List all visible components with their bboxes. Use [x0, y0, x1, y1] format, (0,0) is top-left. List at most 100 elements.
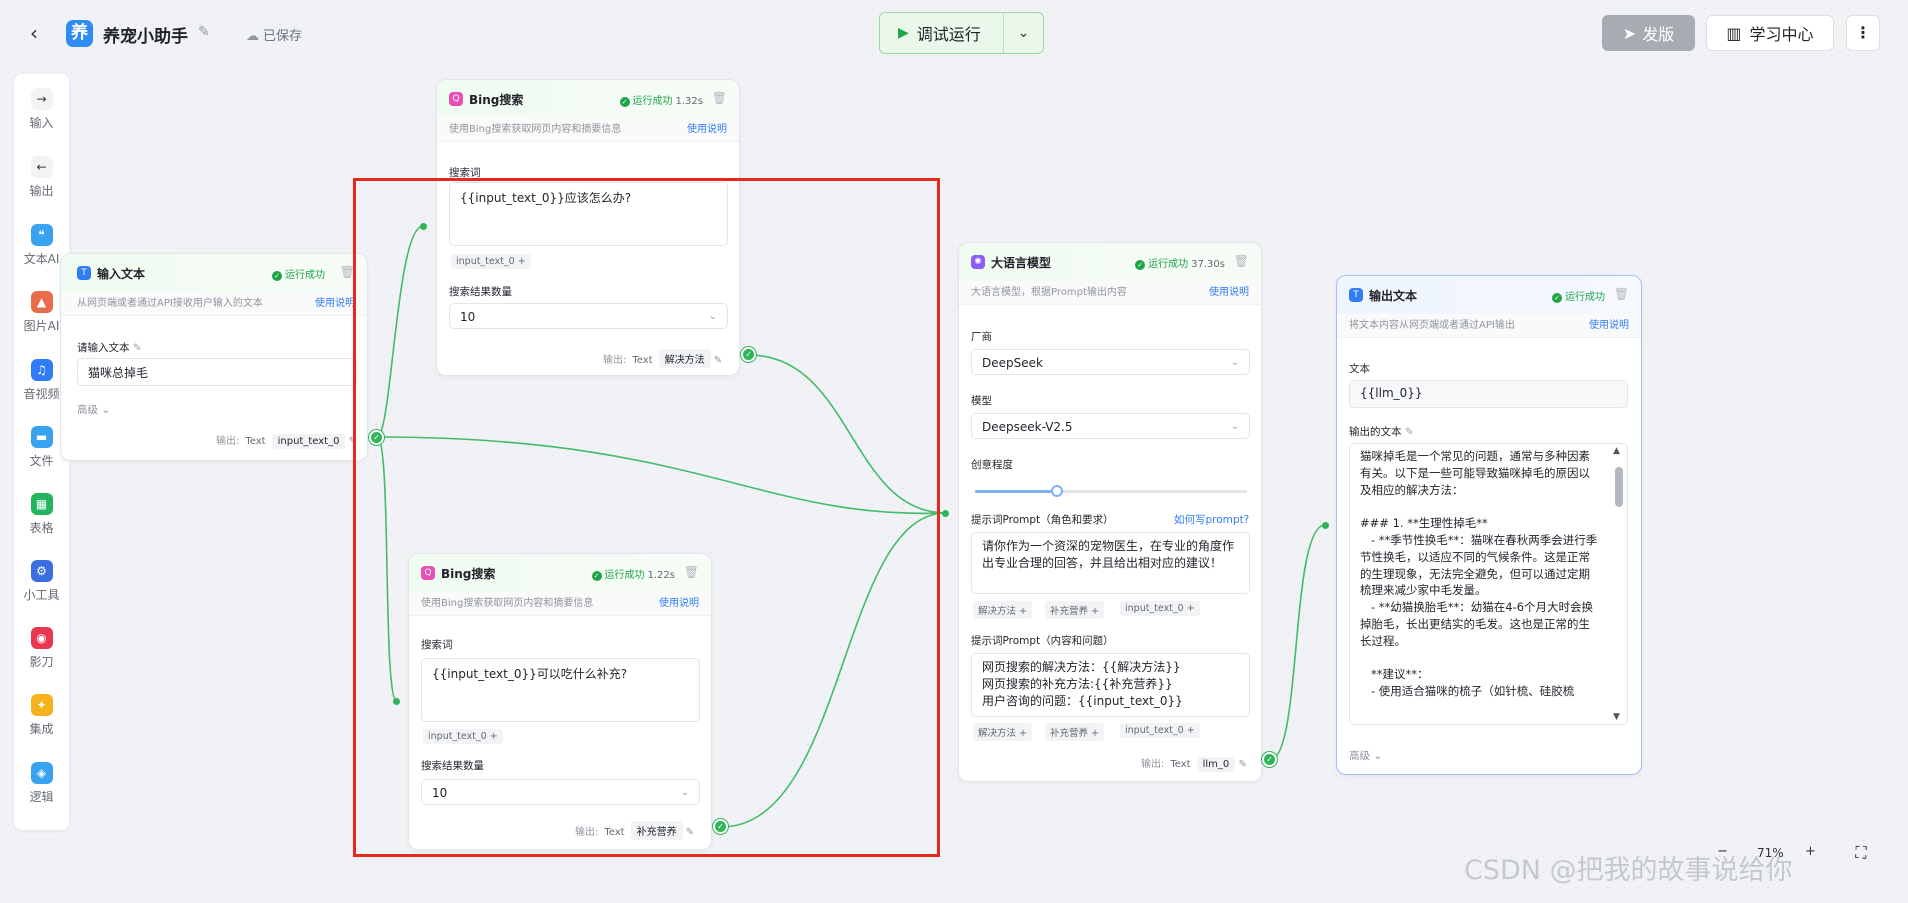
tool-widget[interactable]: ⚙ 小工具 — [14, 550, 69, 608]
input-node-icon: T — [77, 266, 91, 280]
output-row: 输出: Text input_text_0 ✎ — [216, 434, 358, 449]
output-arrow-icon: ← — [30, 156, 53, 178]
tool-output[interactable]: ← 输出 — [14, 146, 69, 204]
advanced-toggle[interactable]: 高级 ⌄ — [1349, 748, 1382, 763]
help-link[interactable]: 使用说明 — [315, 292, 355, 316]
app-logo: 养 — [66, 20, 93, 47]
check-icon: ✓ — [272, 271, 282, 281]
variable-tag[interactable]: input_text_0 + — [1120, 601, 1200, 616]
help-link[interactable]: 使用说明 — [1209, 281, 1249, 305]
text-variable-input[interactable]: {{llm_0}} — [1349, 380, 1628, 408]
delete-icon[interactable]: 🗑 — [1234, 254, 1249, 268]
status-badge: ✓ 运行成功 — [1552, 288, 1605, 303]
node-llm[interactable]: ✺ 大语言模型 ✓ 运行成功 37.30s 🗑 大语言模型，根据Prompt输出内容… — [958, 242, 1262, 782]
text-label: 文本 — [1349, 363, 1370, 375]
run-dropdown-chevron-icon[interactable]: ⌄ — [1004, 25, 1043, 41]
how-to-prompt-link[interactable]: 如何写prompt? — [1174, 512, 1249, 527]
output-text-line — [1360, 650, 1610, 667]
llm-input-handle[interactable] — [942, 510, 949, 517]
variable-tag[interactable]: 补充营养 + — [1045, 601, 1104, 619]
advanced-toggle[interactable]: 高级 ⌄ — [77, 402, 110, 417]
help-link[interactable]: 使用说明 — [1589, 314, 1629, 338]
variable-tag[interactable]: 解决方法 + — [973, 601, 1032, 619]
edit-icon[interactable]: ✎ — [1238, 759, 1246, 770]
check-icon: ✓ — [1552, 293, 1562, 303]
table-icon: ▦ — [30, 493, 53, 515]
blade-icon: ◉ — [30, 627, 53, 649]
input-text-field[interactable]: 猫咪总掉毛 — [77, 358, 357, 386]
logic-icon: ◈ — [30, 762, 53, 784]
output-variable[interactable]: input_text_0 — [271, 434, 346, 449]
app-name: 养宠小助手 — [103, 27, 188, 47]
output-node-icon: T — [1349, 288, 1363, 302]
node-input-text[interactable]: T 输入文本 ✓ 运行成功 🗑 从网页端或者通过API接收用户输入的文本 使用说明 … — [60, 253, 368, 461]
tool-logic[interactable]: ◈ 逻辑 — [14, 752, 69, 810]
output-text-line: - **季节性换毛**：猫咪在春秋两季会进行季 — [1360, 532, 1598, 547]
prompt1-input[interactable]: 请你作为一个资深的宠物医生，在专业的角度作出专业合理的回答，并且给出相对应的建议… — [971, 532, 1250, 594]
output-text-content: 猫咪掉毛是一个常见的问题，通常与多种因素 有关。以下是一些可能导致猫咪掉毛的原因以… — [1360, 448, 1610, 700]
edit-icon[interactable]: ✎ — [1405, 426, 1414, 438]
delete-icon[interactable]: 🗑 — [1614, 287, 1629, 301]
output-input-handle[interactable] — [1322, 522, 1329, 529]
variable-tag[interactable]: 补充营养 + — [1045, 723, 1104, 741]
field-label: 请输入文本 ✎ — [77, 342, 142, 354]
tool-input[interactable]: → 输入 — [14, 78, 69, 136]
node-title: Bing搜索 — [469, 92, 524, 107]
creativity-slider-thumb[interactable] — [1050, 485, 1063, 497]
prompt2-label: 提示词Prompt（内容和问题） — [971, 635, 1114, 647]
model-select[interactable]: Deepseek-V2.5 ⌄ — [971, 413, 1250, 439]
llm-output-handle[interactable]: ✓ — [1262, 752, 1277, 767]
check-icon: ✓ — [619, 97, 630, 107]
fit-view-icon[interactable]: ⛶ — [1848, 843, 1874, 869]
back-arrow-icon[interactable]: ‹ — [22, 22, 46, 46]
scroll-down-icon[interactable]: ▼ — [1613, 712, 1620, 722]
learn-center-button[interactable]: ▥ 学习中心 — [1706, 15, 1834, 51]
output-text-line: ### 1. **生理性掉毛** — [1360, 516, 1488, 531]
help-link[interactable]: 使用说明 — [687, 118, 727, 142]
node-output-text[interactable]: T 输出文本 ✓ 运行成功 🗑 将文本内容从网页端或者通过API输出 使用说明 文本… — [1336, 275, 1642, 775]
status-badge: ✓ 运行成功 37.30s — [1135, 255, 1225, 270]
node-header[interactable]: ✺ 大语言模型 ✓ 运行成功 37.30s 🗑 — [959, 243, 1261, 281]
prompt2-input[interactable]: 网页搜索的解决方法：{{解决方法}} 网页搜索的补充方法:{{补充营养}} 用户… — [971, 653, 1250, 717]
input-arrow-icon: → — [30, 88, 53, 110]
quote-icon: ❝ — [30, 224, 53, 246]
run-button[interactable]: ▶ 调试运行 ⌄ — [879, 12, 1044, 54]
creativity-slider-track[interactable] — [975, 485, 1247, 497]
edit-name-icon[interactable]: ✎ — [198, 24, 216, 42]
publish-button[interactable]: ➤ 发版 — [1602, 15, 1695, 51]
node-header[interactable]: T 输出文本 ✓ 运行成功 🗑 — [1337, 276, 1641, 314]
node-header[interactable]: T 输入文本 ✓ 运行成功 🗑 — [61, 254, 367, 292]
tool-integration[interactable]: ✦ 集成 — [14, 684, 69, 742]
run-main[interactable]: ▶ 调试运行 — [880, 13, 1004, 53]
zoom-in-icon[interactable]: + — [1805, 844, 1816, 859]
output-text-line: - 使用适合猫咪的梳子（如针梳、硅胶梳 — [1360, 684, 1575, 699]
edit-icon[interactable]: ✎ — [133, 342, 142, 354]
output-text-line: 及相应的解决方法： — [1360, 482, 1464, 497]
node-title: 输出文本 — [1369, 288, 1418, 303]
vendor-label: 厂商 — [971, 331, 992, 343]
delete-icon[interactable]: 🗑 — [712, 91, 727, 105]
node-title: 输入文本 — [97, 266, 146, 281]
output-variable[interactable]: llm_0 — [1196, 757, 1236, 772]
chevron-down-icon: ⌄ — [101, 404, 111, 416]
tool-table[interactable]: ▦ 表格 — [14, 483, 69, 541]
play-icon: ▶ — [898, 25, 909, 41]
output-scrollbar[interactable]: ▲ ▼ — [1613, 446, 1625, 722]
output-text-line — [1360, 498, 1610, 515]
zoom-out-icon[interactable]: − — [1717, 844, 1728, 859]
variable-tag[interactable]: 解决方法 + — [973, 723, 1032, 741]
node-description: 从网页端或者通过API接收用户输入的文本 使用说明 — [61, 292, 367, 316]
more-menu-icon[interactable]: ⋮ — [1846, 15, 1880, 51]
output-text-label: 输出的文本 ✎ — [1349, 426, 1414, 438]
variable-tag[interactable]: input_text_0 + — [1120, 723, 1200, 738]
zoom-level: 71% — [1757, 846, 1784, 860]
output-text-line: **建议**： — [1360, 667, 1429, 682]
tool-blade[interactable]: ◉ 影刀 — [14, 617, 69, 675]
scroll-up-icon[interactable]: ▲ — [1613, 446, 1620, 456]
node-header[interactable]: Q Bing搜索 ✓ 运行成功 1.32s 🗑 — [437, 80, 739, 118]
folder-icon: ▬ — [30, 426, 53, 448]
output-text-area[interactable]: 猫咪掉毛是一个常见的问题，通常与多种因素 有关。以下是一些可能导致猫咪掉毛的原因以… — [1349, 443, 1628, 725]
model-label: 模型 — [971, 395, 992, 407]
scrollbar-thumb[interactable] — [1615, 467, 1623, 507]
vendor-select[interactable]: DeepSeek ⌄ — [971, 349, 1250, 375]
